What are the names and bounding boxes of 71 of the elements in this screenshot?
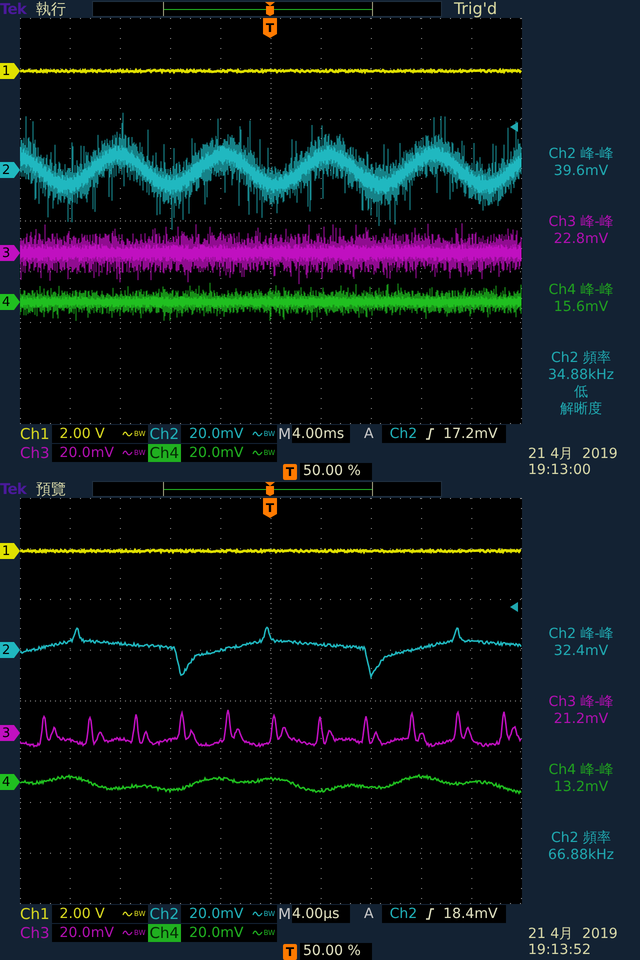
channel-marker: 4 <box>0 774 20 790</box>
channel-label: Ch1 <box>19 905 51 923</box>
wave-icon <box>252 909 264 919</box>
wave-icon <box>252 928 264 938</box>
measurement-text: 解晰度 <box>560 401 602 418</box>
date-text: 21 4月 2019 <box>528 926 618 942</box>
wave-icon <box>122 928 134 938</box>
measurement-text: Ch2 峰-峰 <box>548 626 614 643</box>
timebase-label: M <box>277 426 292 442</box>
wave-icon <box>252 429 264 439</box>
time-text: 19:13:00 <box>528 462 592 478</box>
measurement-text: 39.6mV <box>554 163 608 180</box>
timebase-readout: 4.00ms <box>292 425 350 443</box>
trigger-readout: Ch2 17.2mV <box>382 425 506 443</box>
wave-icon <box>122 429 134 439</box>
measurement-text: 15.6mV <box>554 299 608 316</box>
measurement-text: 22.8mV <box>554 231 608 248</box>
measurement-text: Ch3 峰-峰 <box>548 214 614 231</box>
trigger-position-readout: 50.00 % <box>300 463 372 480</box>
measurement-text: 32.4mV <box>554 643 608 660</box>
measurement-text: Ch2 頻率 <box>550 350 611 367</box>
brand-label: Tek <box>0 482 28 496</box>
time-text: 19:13:52 <box>528 942 592 958</box>
rising-edge-icon <box>425 428 436 440</box>
trigger-level-icon <box>510 122 518 132</box>
measurement-text: Ch4 峰-峰 <box>548 282 614 299</box>
trigger-position-readout: 50.00 % <box>300 943 372 960</box>
channel-marker: 3 <box>0 725 20 741</box>
channel-label: Ch4 <box>148 924 182 942</box>
measurement-text: Ch4 峰-峰 <box>548 762 614 779</box>
timebase-label: M <box>277 906 292 922</box>
wave-icon <box>122 909 134 919</box>
brand-label: Tek <box>0 2 28 16</box>
trigger-level-icon <box>510 602 518 612</box>
channel-marker: 3 <box>0 245 20 261</box>
trigger-position-icon: T <box>283 944 297 960</box>
trigger-readout: Ch2 18.4mV <box>382 905 506 923</box>
trigger-mode-label: A <box>364 907 374 921</box>
trigger-point-icon <box>265 2 275 16</box>
trigger-status: Trig'd <box>454 1 498 17</box>
channel-label: Ch1 <box>19 425 51 443</box>
channel-label: Ch4 <box>148 444 182 462</box>
timebase-readout: 4.00µs <box>292 905 350 923</box>
measurement-text: 13.2mV <box>554 779 608 796</box>
measurement-text: Ch2 頻率 <box>550 830 611 847</box>
channel-marker: 2 <box>0 642 20 658</box>
trigger-marker: T <box>263 498 277 518</box>
wave-icon <box>252 448 264 458</box>
rising-edge-icon <box>425 908 436 920</box>
trigger-point-icon <box>265 482 275 496</box>
wave-icon <box>122 448 134 458</box>
channel-marker: 4 <box>0 294 20 310</box>
channel-label: Ch2 <box>148 905 180 923</box>
measurement-text: Ch3 峰-峰 <box>548 694 614 711</box>
measurement-text: 66.88kHz <box>548 847 614 864</box>
channel-label: Ch3 <box>19 924 51 942</box>
measurement-text: Ch2 峰-峰 <box>548 146 614 163</box>
channel-label: Ch3 <box>19 444 51 462</box>
channel-marker: 2 <box>0 162 20 178</box>
channel-label: Ch2 <box>148 425 180 443</box>
trigger-marker: T <box>263 18 277 38</box>
trigger-position-icon: T <box>283 464 297 480</box>
acquisition-mode: 執行 <box>36 2 67 16</box>
trigger-mode-label: A <box>364 427 374 441</box>
date-text: 21 4月 2019 <box>528 446 618 462</box>
measurement-text: 低 <box>574 384 588 401</box>
measurement-text: 34.88kHz <box>548 367 614 384</box>
acquisition-mode: 預覽 <box>36 482 67 496</box>
measurement-text: 21.2mV <box>554 711 608 728</box>
channel-marker: 1 <box>0 543 20 559</box>
channel-marker: 1 <box>0 63 20 79</box>
